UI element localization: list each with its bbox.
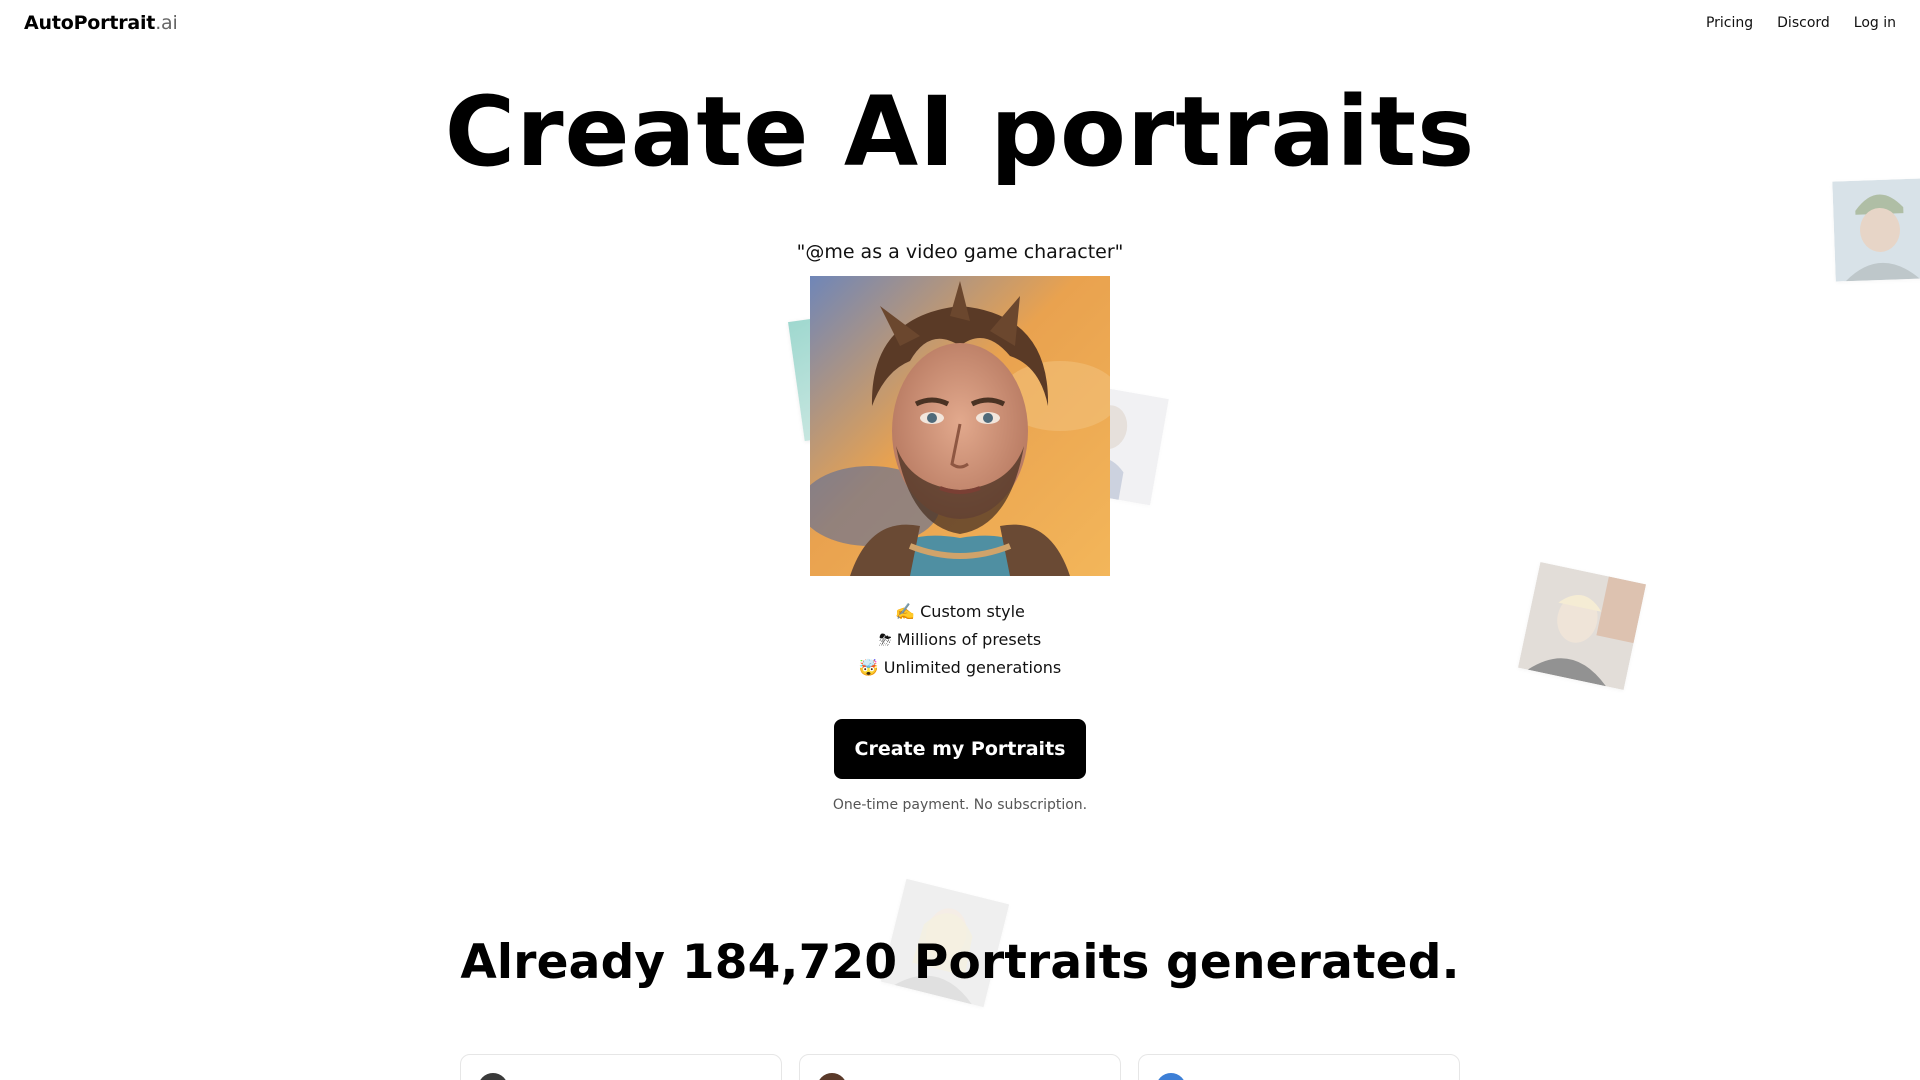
avatar bbox=[817, 1073, 847, 1080]
feature-label: Unlimited generations bbox=[883, 658, 1062, 677]
prompt-example: "@me as a video game character" bbox=[796, 241, 1124, 263]
top-nav: AutoPortrait.ai Pricing Discord Log in bbox=[0, 0, 1920, 48]
feature-list: ✍️ Custom style ⛈ Millions of presets 🤯 … bbox=[0, 598, 1920, 682]
nav-links: Pricing Discord Log in bbox=[1706, 15, 1896, 31]
nav-link-pricing[interactable]: Pricing bbox=[1706, 15, 1753, 31]
feature-item: ✍️ Custom style bbox=[0, 598, 1920, 626]
avatar bbox=[1156, 1073, 1186, 1080]
feature-label: Millions of presets bbox=[896, 630, 1042, 649]
feature-label: Custom style bbox=[920, 602, 1025, 621]
cloud-lightning-icon: ⛈ bbox=[878, 630, 892, 649]
review-card bbox=[460, 1054, 782, 1080]
review-card bbox=[799, 1054, 1121, 1080]
mind-blown-icon: 🤯 bbox=[858, 658, 879, 677]
avatar bbox=[478, 1073, 508, 1080]
logo-suffix: .ai bbox=[155, 12, 178, 34]
main-portrait bbox=[810, 276, 1110, 576]
logo-main: AutoPortrait bbox=[24, 12, 156, 34]
nav-link-login[interactable]: Log in bbox=[1854, 15, 1896, 31]
review-card bbox=[1138, 1054, 1460, 1080]
portrait-card-top-right bbox=[1832, 178, 1920, 282]
hero-title: Create AI portraits bbox=[444, 76, 1476, 188]
portraits-generated-headline: Already 184,720 Portraits generated. bbox=[460, 935, 1460, 990]
nav-link-discord[interactable]: Discord bbox=[1777, 15, 1830, 31]
feature-item: ⛈ Millions of presets bbox=[0, 626, 1920, 654]
logo[interactable]: AutoPortrait.ai bbox=[24, 12, 178, 34]
payment-note: One-time payment. No subscription. bbox=[832, 797, 1088, 813]
feature-item: 🤯 Unlimited generations bbox=[0, 654, 1920, 682]
create-portraits-button[interactable]: Create my Portraits bbox=[834, 719, 1086, 779]
portrait-image bbox=[810, 276, 1110, 576]
writing-hand-icon: ✍️ bbox=[895, 602, 916, 621]
portrait-image bbox=[1832, 178, 1920, 282]
